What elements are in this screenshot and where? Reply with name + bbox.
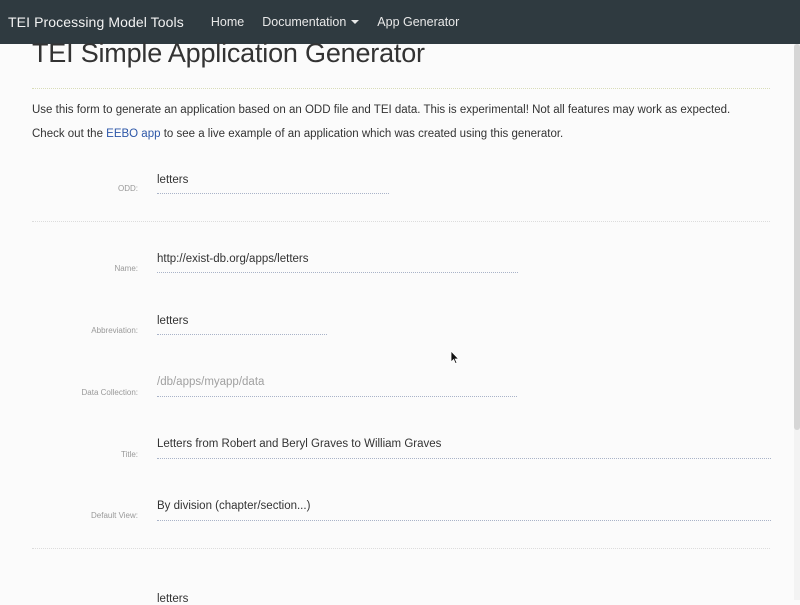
eebo-app-link[interactable]: EEBO app	[106, 128, 160, 140]
odd-label: ODD:	[118, 184, 138, 193]
data-collection-field[interactable]: /db/apps/myapp/data	[157, 376, 264, 388]
title-label: Title:	[120, 450, 138, 459]
next-field[interactable]: letters	[157, 593, 188, 605]
navbar-brand[interactable]: TEI Processing Model Tools	[0, 14, 202, 30]
abbreviation-field[interactable]: letters	[157, 315, 188, 327]
mouse-cursor-icon	[450, 350, 460, 365]
intro-text-after: to see a live example of an application …	[160, 128, 564, 140]
section-divider-2	[32, 548, 770, 549]
caret-down-icon	[351, 20, 360, 24]
odd-field-underline	[157, 193, 389, 194]
title-divider	[32, 88, 770, 89]
data-collection-field-underline	[157, 396, 517, 397]
intro-link-line: Check out the EEBO app to see a live exa…	[32, 128, 563, 140]
default-view-label: Default View:	[91, 511, 138, 520]
intro-text: Use this form to generate an application…	[32, 104, 731, 116]
default-view-select[interactable]: By division (chapter/section...)	[157, 500, 310, 512]
name-field[interactable]: http://exist-db.org/apps/letters	[157, 253, 309, 265]
title-field-underline	[157, 458, 771, 459]
name-label: Name:	[114, 264, 138, 273]
page-title: TEI Simple Application Generator	[32, 38, 425, 68]
scrollbar-thumb[interactable]	[794, 44, 800, 430]
nav-documentation-label: Documentation	[262, 15, 347, 29]
section-divider-1	[32, 221, 770, 222]
odd-field[interactable]: letters	[157, 174, 188, 186]
default-view-underline	[157, 520, 771, 521]
intro-text-before: Check out the	[32, 128, 107, 140]
name-field-underline	[157, 272, 518, 273]
abbreviation-field-underline	[157, 334, 327, 335]
data-collection-label: Data Collection:	[81, 388, 138, 397]
title-field[interactable]: Letters from Robert and Beryl Graves to …	[157, 438, 441, 450]
abbreviation-label: Abbreviation:	[91, 326, 138, 335]
